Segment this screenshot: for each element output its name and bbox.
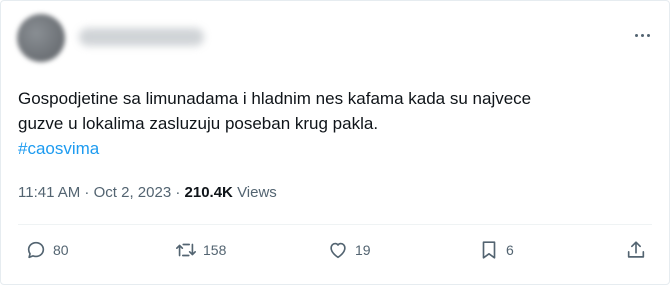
tweet-text-line-2: guzve u lokalima zasluzuju poseban krug … [18,114,379,133]
share-button[interactable] [625,236,647,264]
meta-separator-2: · [171,184,185,201]
retweet-icon [176,243,196,257]
more-horizontal-icon [634,33,638,37]
tweet-card: Gospodjetine sa limunadama i hladnim nes… [0,0,670,285]
reply-icon [27,241,45,259]
views-count: 210.4K [184,184,233,201]
tweet-text: Gospodjetine sa limunadama i hladnim nes… [18,86,638,161]
action-bar: 80 158 19 6 [1,236,670,264]
tweet-meta: 11:41 AM · Oct 2, 2023 · 210.4K Views [18,184,277,201]
tweet-time[interactable]: 11:41 AM [18,184,80,201]
bookmark-button[interactable]: 6 [478,236,514,264]
bookmark-count: 6 [506,242,514,258]
more-dot [640,33,644,37]
reply-button[interactable]: 80 [25,236,69,264]
bookmark-icon [482,241,496,259]
retweet-button[interactable]: 158 [175,236,226,264]
like-button[interactable]: 19 [327,236,371,264]
more-dot [646,33,650,37]
divider [18,224,652,225]
heart-icon [330,242,346,259]
tweet-text-line-1: Gospodjetine sa limunadama i hladnim nes… [18,89,532,108]
hashtag-link[interactable]: #caosvima [18,139,99,158]
share-icon [627,241,645,258]
like-count: 19 [355,242,371,258]
author-name-blurred[interactable] [79,28,204,46]
tweet-date[interactable]: Oct 2, 2023 [94,184,172,201]
views-label: Views [237,184,277,201]
retweet-count: 158 [203,242,227,258]
meta-separator: · [80,184,94,201]
more-options-button[interactable] [631,25,653,45]
avatar[interactable] [17,14,65,62]
reply-count: 80 [53,242,69,258]
